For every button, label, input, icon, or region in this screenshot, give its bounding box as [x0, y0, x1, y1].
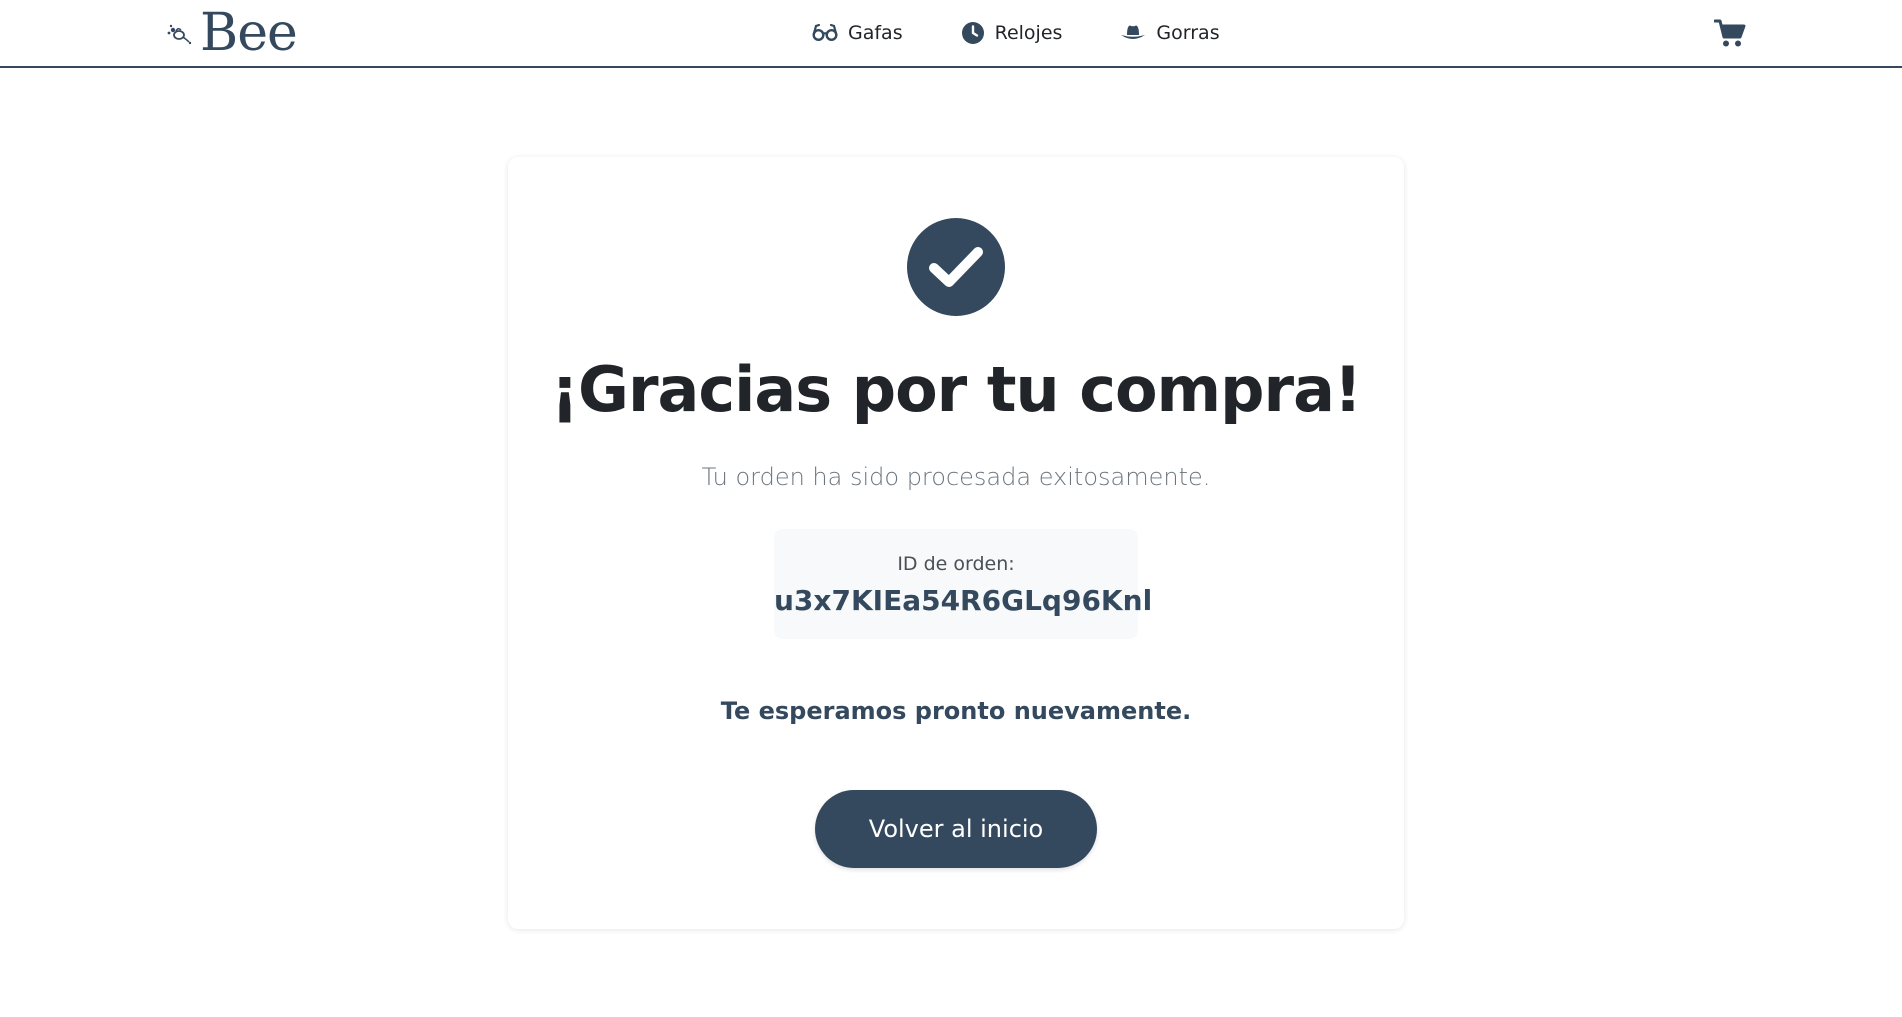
- success-message: Tu orden ha sido procesada exitosamente.: [701, 463, 1211, 491]
- nav-link-gafas[interactable]: Gafas: [812, 22, 903, 44]
- check-circle-icon: [907, 218, 1005, 316]
- nav-link-gorras[interactable]: Gorras: [1120, 22, 1220, 44]
- page-title: ¡Gracias por tu compra!: [550, 353, 1362, 426]
- nav-link-label: Relojes: [994, 22, 1063, 44]
- order-id-value: u3x7KIEa54R6GLq96Knl: [774, 584, 1153, 617]
- brand-name: Bee: [200, 3, 298, 63]
- nav-link-label: Gorras: [1156, 22, 1220, 44]
- shopping-cart-icon[interactable]: [1714, 18, 1746, 48]
- brand-logo-link[interactable]: Bee: [164, 2, 298, 64]
- order-id-label: ID de orden:: [897, 553, 1015, 575]
- back-home-button[interactable]: Volver al inicio: [815, 790, 1097, 868]
- nav-link-label: Gafas: [848, 22, 903, 44]
- glasses-icon: [812, 23, 838, 42]
- nav-link-relojes[interactable]: Relojes: [961, 21, 1063, 45]
- hat-icon: [1121, 25, 1146, 39]
- clock-icon: [961, 22, 984, 44]
- nav-menu: Gafas Relojes Gorras: [812, 0, 1220, 66]
- farewell-message: Te esperamos pronto nuevamente.: [720, 697, 1192, 725]
- bee-logo-icon: [167, 24, 192, 45]
- order-confirmation-card: ¡Gracias por tu compra! Tu orden ha sido…: [508, 157, 1404, 929]
- order-id-box: ID de orden: u3x7KIEa54R6GLq96Knl: [774, 529, 1153, 639]
- top-navbar: Bee Gafas Relojes Gorras: [0, 0, 1902, 68]
